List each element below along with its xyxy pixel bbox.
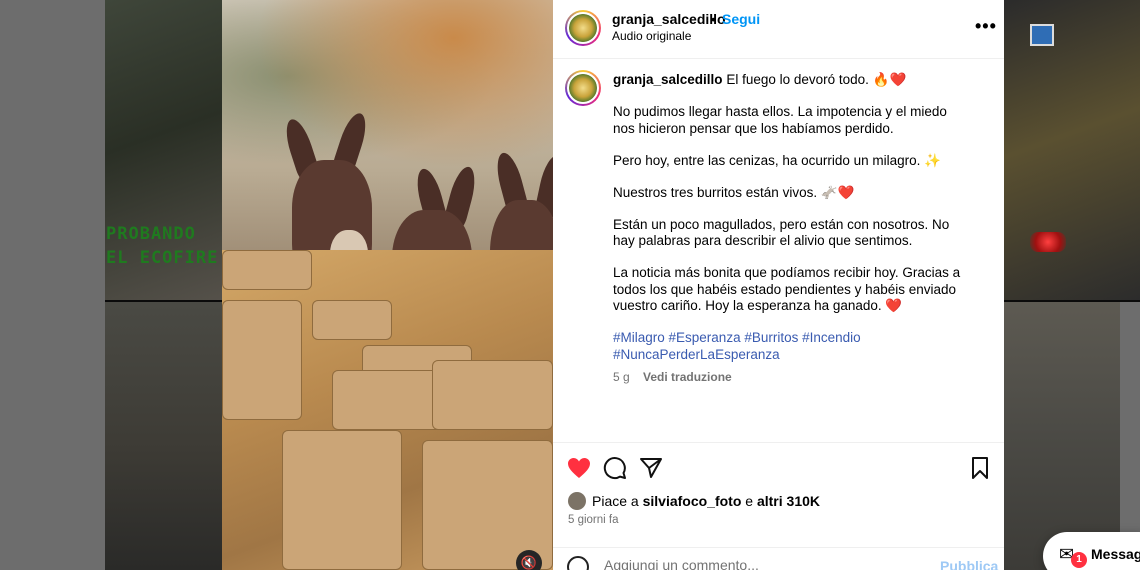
likes-prefix: Piace a <box>592 493 639 509</box>
caption-meta: 5 g Vedi traduzione <box>613 369 963 386</box>
feed-thumbnail[interactable] <box>105 302 222 570</box>
publish-button[interactable]: Pubblica <box>940 558 998 570</box>
see-translation-link[interactable]: Vedi traduzione <box>643 370 732 384</box>
author-avatar[interactable] <box>565 10 601 46</box>
stone <box>282 430 402 570</box>
comment-icon[interactable] <box>602 455 628 481</box>
post-caption: granja_salcedillo El fuego lo devoró tod… <box>613 72 963 386</box>
caption-paragraph: Nuestros tres burritos están vivos. 🫏❤️ <box>613 184 855 200</box>
messages-button[interactable]: ✉ 1 Messaggi <box>1043 532 1140 570</box>
heart-icon[interactable] <box>566 455 592 481</box>
stone <box>222 250 312 290</box>
post-time-ago[interactable]: 5 giorni fa <box>568 514 619 526</box>
caption-first-line: El fuego lo devoró todo. 🔥❤️ <box>726 72 907 87</box>
stone <box>312 300 392 340</box>
stone <box>222 300 302 420</box>
more-horizontal-icon[interactable]: ••• <box>975 16 997 37</box>
liker-avatar <box>568 492 586 510</box>
caption-paragraph: La noticia más bonita que podíamos recib… <box>613 265 961 313</box>
unread-badge: 1 <box>1071 552 1087 568</box>
header-separator: • <box>711 11 716 27</box>
post-details-panel: granja_salcedillo • Segui Audio original… <box>553 0 1004 570</box>
backdrop-right-margin <box>1120 302 1140 570</box>
comment-input[interactable] <box>604 557 904 570</box>
likes-middle: e <box>745 493 754 509</box>
bookmark-icon[interactable] <box>967 455 993 481</box>
caption-author-avatar[interactable] <box>565 70 601 106</box>
follow-button[interactable]: Segui <box>722 11 760 27</box>
liker-username[interactable]: silviafoco_foto <box>643 493 742 509</box>
caption-paragraph: No pudimos llegar hasta ellos. La impote… <box>613 104 947 136</box>
likes-others[interactable]: altri 310K <box>757 493 820 509</box>
post-media-video[interactable] <box>222 0 553 570</box>
thumbnail-overlay-text: PROBANDO EL ECOFIRE <box>106 224 219 268</box>
author-username[interactable]: granja_salcedillo <box>612 11 726 27</box>
feed-thumbnail[interactable] <box>1004 0 1140 300</box>
messages-label: Messaggi <box>1091 546 1140 562</box>
post-header: granja_salcedillo • Segui Audio original… <box>553 0 1004 59</box>
backdrop-left-margin <box>0 0 105 570</box>
feed-thumbnail[interactable] <box>1004 302 1120 570</box>
stone <box>432 360 553 430</box>
car-light-image <box>1030 232 1066 252</box>
post-actions: Piace a silviafoco_foto e altri 310K 5 g… <box>553 442 1004 570</box>
mute-audio-button[interactable]: 🔇 <box>516 550 542 570</box>
caption-hashtags[interactable]: #Milagro #Esperanza #Burritos #Incendio … <box>613 330 963 363</box>
audio-link[interactable]: Audio originale <box>612 29 691 43</box>
caption-username[interactable]: granja_salcedillo <box>613 72 723 87</box>
road-sign-image <box>1030 24 1054 46</box>
caption-paragraph: Están un poco magullados, pero están con… <box>613 216 950 249</box>
likes-summary[interactable]: Piace a silviafoco_foto e altri 310K <box>568 492 820 510</box>
emoji-icon[interactable] <box>567 556 589 570</box>
caption-age: 5 g <box>613 370 630 384</box>
share-icon[interactable] <box>638 455 664 481</box>
caption-paragraph: Pero hoy, entre las cenizas, ha ocurrido… <box>613 152 941 168</box>
comment-composer: Pubblica <box>553 547 1004 570</box>
